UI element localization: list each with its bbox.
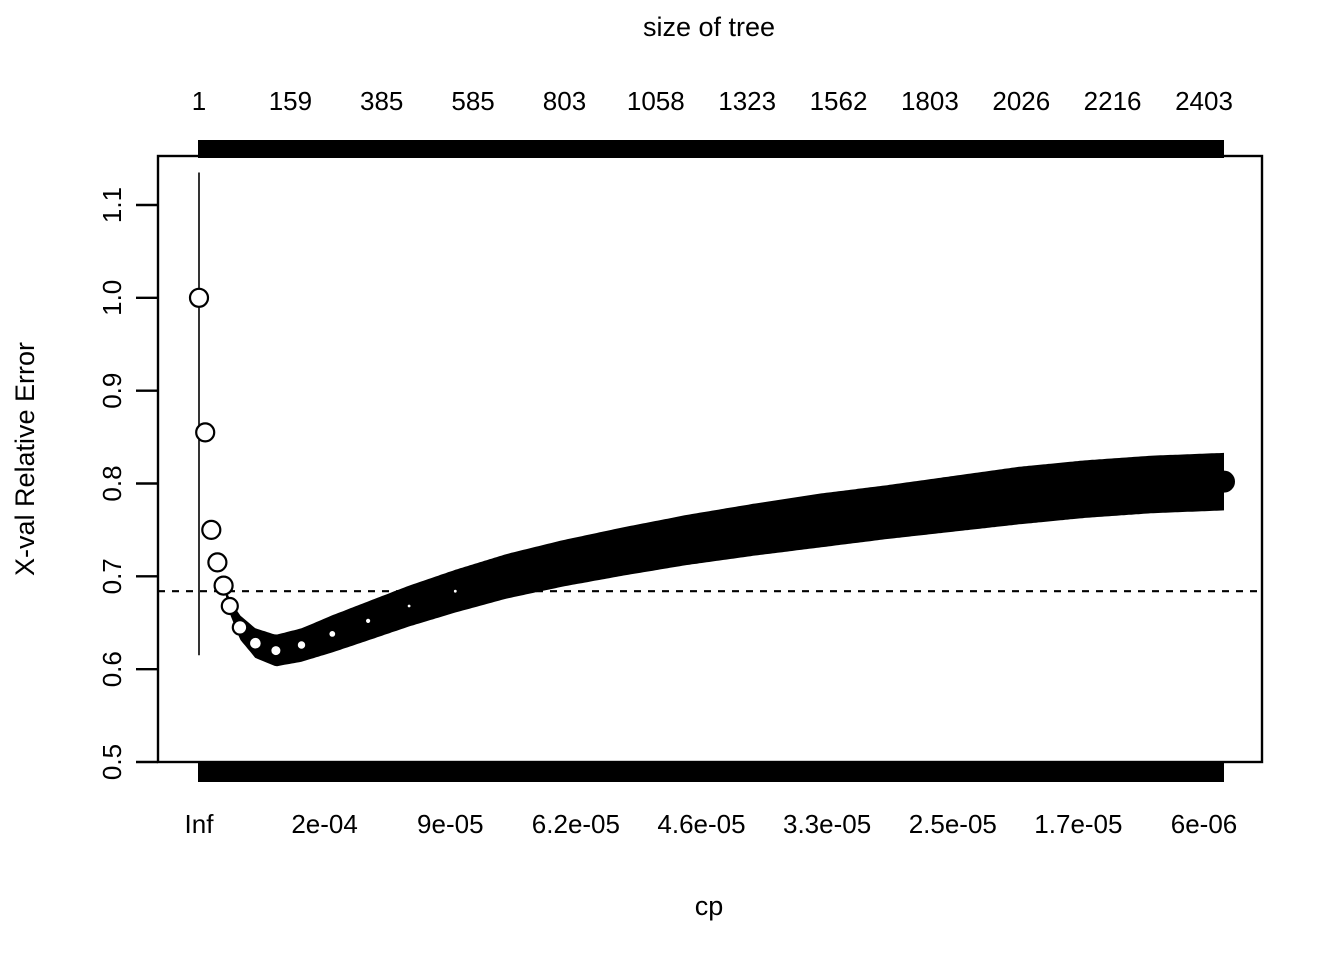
bottom-tick-label: 2.5e-05 (909, 809, 997, 839)
y-tick-label: 0.8 (97, 465, 127, 501)
bottom-rug-bar (198, 762, 1224, 782)
bottom-axis-tick-labels: Inf 2e-04 9e-05 6.2e-05 4.6e-05 3.3e-05 2.5e-0… (185, 809, 1238, 839)
top-tick-label: 1323 (718, 86, 776, 116)
top-tick-label: 1803 (901, 86, 959, 116)
top-axis-title: size of tree (643, 12, 775, 42)
top-tick-label: 585 (451, 86, 494, 116)
data-point-open-circle (207, 552, 228, 573)
y-tick-label: 0.6 (97, 651, 127, 687)
y-tick-label: 0.5 (97, 744, 127, 780)
top-tick-label: 159 (269, 86, 312, 116)
data-point-open-circle (220, 596, 239, 616)
y-tick-label: 0.9 (97, 373, 127, 409)
data-point-open-circle (295, 639, 308, 651)
bottom-tick-label: 1.7e-05 (1034, 809, 1122, 839)
top-tick-label: 2403 (1175, 86, 1233, 116)
data-point-open-circle (363, 616, 373, 626)
data-point-open-circle (247, 635, 263, 651)
bottom-tick-label: 6e-06 (1171, 809, 1238, 839)
bottom-tick-label: 2e-04 (291, 809, 358, 839)
top-tick-label: 2026 (992, 86, 1050, 116)
bottom-tick-label: 9e-05 (417, 809, 484, 839)
y-axis-tick-labels: 0.5 0.6 0.7 0.8 0.9 1.0 1.1 (97, 187, 127, 780)
data-point-open-circle (231, 619, 249, 636)
data-point-filled-circle (1213, 470, 1235, 493)
top-axis-tick-labels: 1 159 385 585 803 1058 1323 1562 1803 2026 2216 240… (192, 86, 1233, 116)
top-tick-label: 2216 (1084, 86, 1142, 116)
plot-canvas: size of tree 1 159 385 585 803 1058 1323 1562 18… (10, 12, 1264, 921)
data-point-open-circle (188, 287, 210, 308)
data-point-open-circle (327, 628, 338, 640)
xerror-band (199, 297, 1224, 667)
top-tick-label: 1562 (810, 86, 868, 116)
data-point-open-circle (213, 575, 234, 596)
y-tick-label: 0.7 (97, 558, 127, 594)
bottom-tick-label: 4.6e-05 (657, 809, 745, 839)
top-tick-label: 803 (543, 86, 586, 116)
bottom-tick-label: 3.3e-05 (783, 809, 871, 839)
bottom-axis-title: cp (695, 891, 724, 921)
y-axis-tick-marks (136, 203, 158, 764)
top-tick-label: 1 (192, 86, 206, 116)
y-axis-title: X-val Relative Error (10, 342, 40, 576)
bottom-tick-label: 6.2e-05 (532, 809, 620, 839)
top-tick-label: 1058 (627, 86, 685, 116)
data-point-open-circle (201, 519, 222, 541)
bottom-tick-label: Inf (185, 809, 215, 839)
y-tick-label: 1.1 (97, 187, 127, 223)
y-tick-label: 1.0 (97, 280, 127, 316)
data-point-open-circle (195, 422, 216, 443)
plotcp-figure: size of tree 1 159 385 585 803 1058 1323 1562 18… (0, 0, 1344, 960)
data-point-open-circle (451, 587, 459, 595)
data-point-open-circle (269, 643, 283, 658)
plot-frame (156, 154, 1264, 764)
data-point-open-circle (405, 602, 413, 610)
top-tick-label: 385 (360, 86, 403, 116)
